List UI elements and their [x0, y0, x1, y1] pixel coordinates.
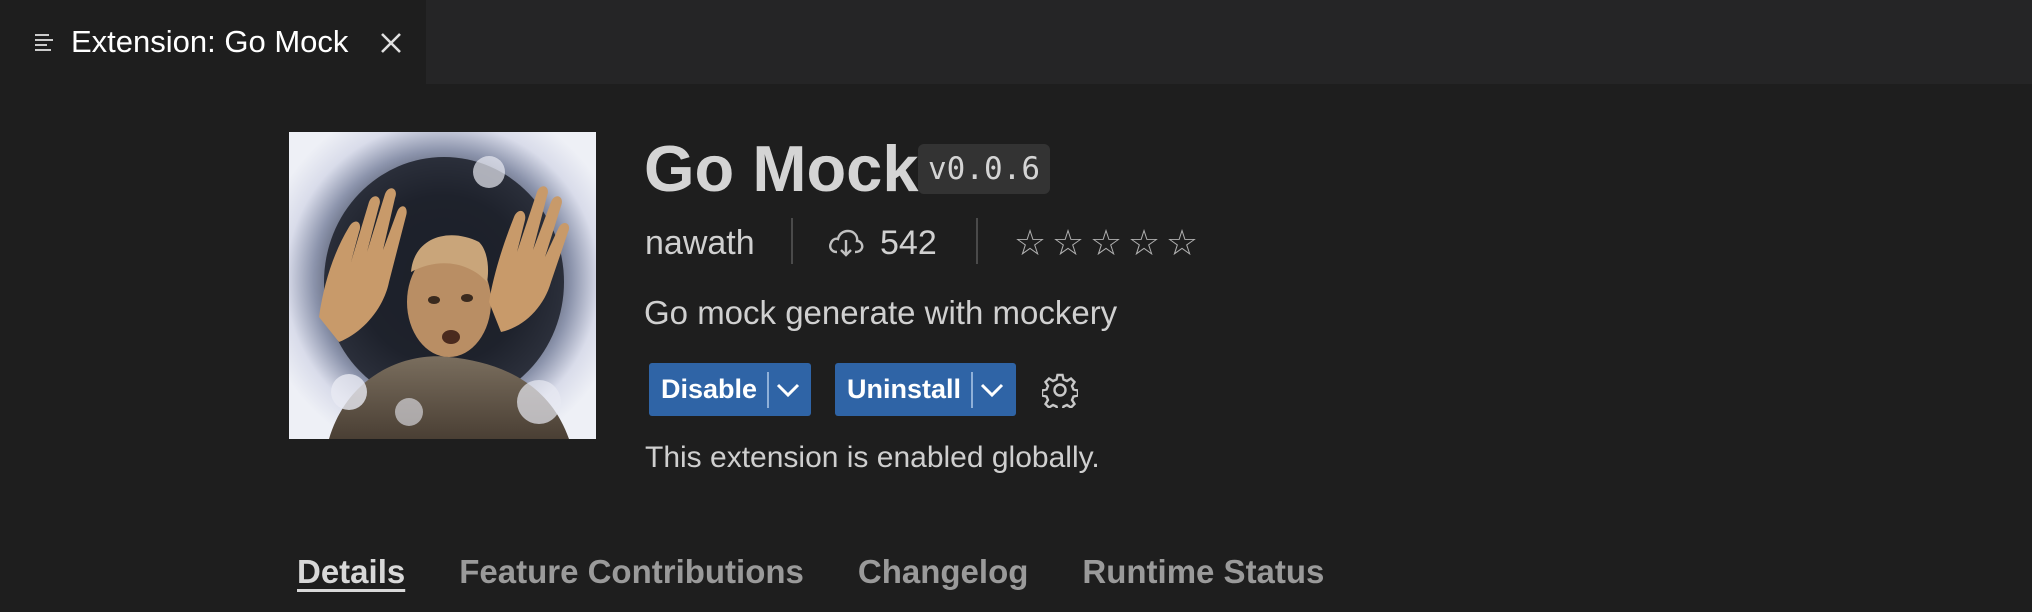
extension-icon-art	[289, 132, 596, 439]
editor-tab-extension[interactable]: Extension: Go Mock	[0, 0, 426, 84]
meta-divider	[791, 218, 793, 264]
uninstall-button[interactable]: Uninstall	[835, 363, 1016, 416]
tab-title: Extension: Go Mock	[71, 24, 349, 59]
star-icon: ☆	[1165, 222, 1201, 263]
install-count: 542	[880, 224, 937, 262]
meta-divider	[976, 218, 978, 264]
chevron-down-icon[interactable]	[973, 363, 1011, 416]
publisher-link[interactable]: nawath	[645, 222, 755, 264]
extension-name: Go Mock	[644, 132, 919, 205]
star-icon: ☆	[1051, 222, 1087, 263]
extension-icon-image	[289, 132, 596, 439]
preview-lines-icon	[35, 34, 53, 51]
cloud-download-icon	[829, 229, 864, 257]
uninstall-button-label: Uninstall	[847, 374, 962, 404]
detail-tabs: Details Feature Contributions Changelog …	[297, 550, 1324, 594]
editor-tab-bar: Extension: Go Mock	[0, 0, 2032, 84]
chevron-down-icon[interactable]	[769, 363, 807, 416]
disable-button-label: Disable	[661, 374, 758, 404]
tab-details[interactable]: Details	[297, 550, 405, 594]
extension-description: Go mock generate with mockery	[644, 294, 1118, 331]
rating-stars[interactable]: ☆ ☆ ☆ ☆ ☆	[1012, 222, 1202, 264]
close-icon[interactable]	[378, 30, 404, 56]
star-icon: ☆	[1127, 222, 1163, 263]
tab-runtime-status[interactable]: Runtime Status	[1082, 550, 1324, 594]
disable-button[interactable]: Disable	[649, 363, 811, 416]
gear-icon[interactable]	[1042, 372, 1078, 408]
star-icon: ☆	[1089, 222, 1125, 263]
tab-changelog[interactable]: Changelog	[858, 550, 1029, 594]
star-icon: ☆	[1013, 222, 1049, 263]
version-badge: v0.0.6	[918, 144, 1050, 194]
tab-feature-contributions[interactable]: Feature Contributions	[459, 550, 804, 594]
extension-status-text: This extension is enabled globally.	[645, 441, 1100, 474]
